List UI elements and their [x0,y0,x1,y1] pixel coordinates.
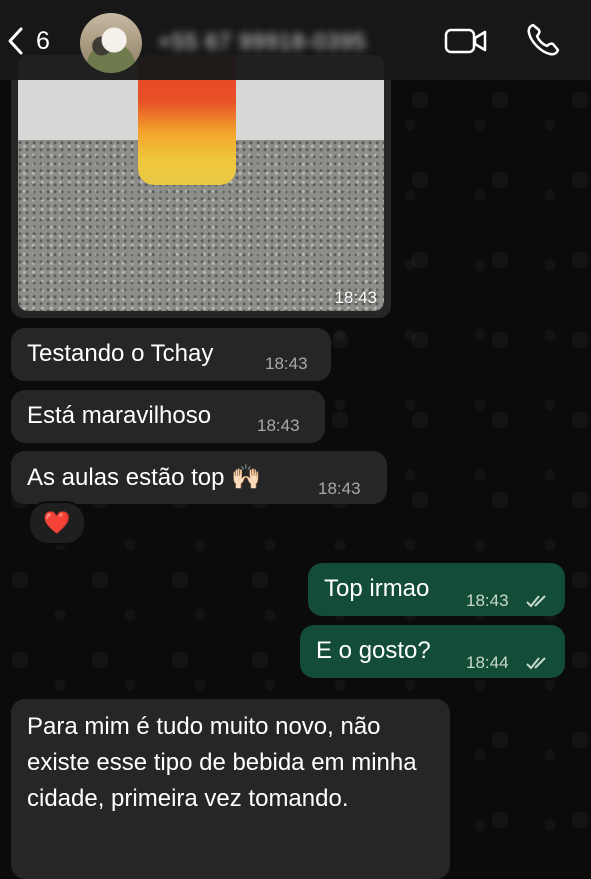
message-text: Para mim é tudo muito novo, não existe e… [27,713,417,812]
chat-header: 6 +55 67 99918-0395 [0,0,591,80]
contact-name[interactable]: +55 67 99918-0395 [158,29,366,55]
message-time: 18:43 [334,288,377,307]
image-message[interactable]: 18:43 [11,55,391,318]
phone-icon[interactable] [525,22,561,58]
heart-reaction[interactable]: ❤️ [28,501,86,545]
heart-icon: ❤️ [43,510,71,535]
message-text: As aulas estão top 🙌🏻 [27,464,262,491]
message-bubble[interactable]: Testando o Tchay 18:43 [11,328,331,381]
message-bubble-outgoing[interactable]: Top irmao 18:43 [308,563,565,616]
drink-photo[interactable] [18,55,384,311]
message-text: Está maravilhoso [27,402,212,429]
unread-count: 6 [36,26,50,55]
message-bubble[interactable]: As aulas estão top 🙌🏻 18:43 [11,451,387,504]
message-time: 18:43 [466,591,509,610]
double-check-icon [526,657,546,670]
message-text: E o gosto? [316,637,431,664]
message-time: 18:43 [257,416,300,435]
message-text: Top irmao [324,575,430,602]
message-time: 18:43 [318,479,361,498]
message-time: 18:44 [466,653,509,672]
message-text: Testando o Tchay [27,340,214,367]
video-camera-icon[interactable] [444,26,488,56]
message-bubble[interactable]: Está maravilhoso 18:43 [11,390,325,443]
message-time: 18:43 [265,354,308,373]
back-button[interactable]: 6 [6,26,50,56]
message-bubble[interactable]: Para mim é tudo muito novo, não existe e… [11,699,450,879]
chat-area[interactable]: 18:43 Testando o Tchay 18:43 Está maravi… [0,0,591,879]
avatar[interactable] [80,13,142,73]
double-check-icon [526,595,546,608]
message-bubble-outgoing[interactable]: E o gosto? 18:44 [300,625,565,678]
chevron-left-icon [8,27,23,55]
